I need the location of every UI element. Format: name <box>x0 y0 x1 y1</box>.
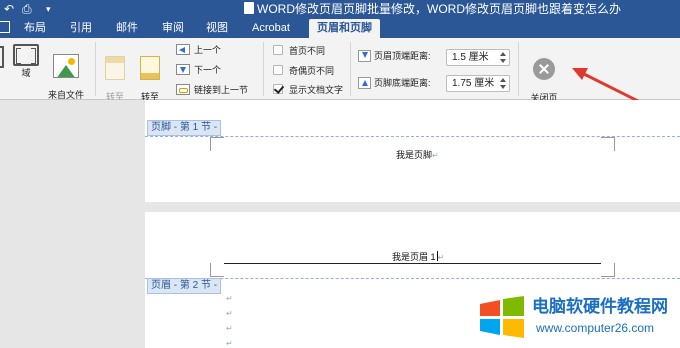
partial-ribbon-button[interactable] <box>0 46 8 70</box>
next-icon <box>176 64 190 75</box>
spinner-arrows-icon[interactable] <box>499 51 507 64</box>
title-bar: ↶ ⎙ ▾ WORD修改页眉页脚批量修改，WORD修改页眉页脚也跟着变怎么办 <box>0 0 680 18</box>
window-title-text: WORD修改页眉页脚批量修改，WORD修改页眉页脚也跟着变怎么办 <box>257 2 621 16</box>
tab-layout[interactable]: 布局 <box>24 21 46 35</box>
tab-mailings[interactable]: 邮件 <box>116 21 138 35</box>
different-first-page-checkbox[interactable]: 首页不同 <box>273 45 325 57</box>
goto-footer-icon <box>140 56 160 80</box>
checkbox-box[interactable] <box>273 65 283 75</box>
different-odd-even-checkbox[interactable]: 奇偶页不同 <box>273 65 334 77</box>
ribbon-separator <box>518 42 519 96</box>
footer-section-label: 页脚 - 第 1 节 - <box>147 120 222 136</box>
spinner-arrows-icon[interactable] <box>499 77 507 90</box>
ribbon-tab-bar: 布局 引用 邮件 审阅 视图 Acrobat 页眉和页脚 <box>0 18 680 38</box>
footer-boundary-line <box>145 136 680 137</box>
show-document-text-label: 显示文档文字 <box>289 85 344 95</box>
header-section-label: 页眉 - 第 2 节 - <box>147 278 222 294</box>
margin-corner-mark <box>601 263 615 277</box>
picture-icon <box>53 54 79 78</box>
field-label: 域 <box>21 68 31 78</box>
link-to-previous-label: 链接到上一节 <box>194 85 249 95</box>
footer-text-content: 我是页脚 <box>396 150 433 160</box>
different-first-page-label: 首页不同 <box>289 46 326 56</box>
customize-toolbar-icon[interactable]: ▾ <box>46 2 51 16</box>
link-to-previous-button[interactable]: 链接到上一节 <box>176 84 248 96</box>
tab-header-footer[interactable]: 页眉和页脚 <box>309 19 380 38</box>
tab-acrobat[interactable]: Acrobat <box>252 21 290 35</box>
header-from-top-value: 1.5 厘米 <box>452 52 489 63</box>
different-odd-even-label: 奇偶页不同 <box>289 66 335 76</box>
paragraph-mark-icon: ↵ <box>432 151 439 160</box>
paragraph-mark-icon: ↵ <box>226 324 233 333</box>
next-section-button[interactable]: 下一个 <box>176 64 221 76</box>
previous-icon <box>176 44 190 55</box>
watermark-title: 电脑软硬件教程网 <box>532 297 668 316</box>
header-from-top-label: 页眉顶端距离: <box>374 51 431 61</box>
link-icon <box>176 84 190 95</box>
paragraph-mark-icon: ↵ <box>226 339 233 348</box>
print-icon[interactable]: ⎙ <box>22 2 32 16</box>
margin-corner-mark <box>601 137 615 151</box>
window-title: WORD修改页眉页脚批量修改，WORD修改页眉页脚也跟着变怎么办 <box>244 1 621 17</box>
checkbox-box[interactable] <box>273 45 283 55</box>
goto-header-icon <box>105 56 125 80</box>
undo-icon[interactable]: ↶ <box>4 2 14 16</box>
field-icon <box>13 44 39 66</box>
footer-from-bottom-label-group: 页脚底端距离: <box>358 77 431 89</box>
previous-section-button[interactable]: 上一个 <box>176 44 221 56</box>
checkbox-box-checked[interactable] <box>273 84 283 94</box>
close-icon <box>533 58 555 80</box>
ribbon-separator <box>95 42 96 96</box>
header-text-content: 我是页眉 1 <box>392 252 436 262</box>
footer-from-bottom-value: 1.75 厘米 <box>452 78 495 89</box>
tab-references[interactable]: 引用 <box>70 21 92 35</box>
site-watermark: 电脑软硬件教程网 www.computer26.com <box>470 292 680 348</box>
field-button[interactable]: 域 <box>12 44 40 78</box>
header-bottom-border <box>224 263 601 264</box>
document-icon <box>244 2 254 14</box>
header-boundary-line <box>145 278 680 279</box>
paragraph-mark-icon: ↵ <box>437 253 445 262</box>
margin-corner-mark <box>210 263 224 277</box>
footer-distance-icon <box>358 77 371 89</box>
tab-review[interactable]: 审阅 <box>162 21 184 35</box>
footer-from-bottom-input[interactable]: 1.75 厘米 <box>446 75 510 92</box>
header-from-top-input[interactable]: 1.5 厘米 <box>446 49 510 66</box>
windows-logo-icon <box>480 296 524 338</box>
footer-from-bottom-label: 页脚底端距离: <box>374 78 431 88</box>
ribbon-separator <box>350 42 351 96</box>
margin-corner-mark <box>210 137 224 151</box>
paragraph-mark-icon: ↵ <box>226 294 233 303</box>
partial-icon <box>0 46 4 68</box>
tab-view[interactable]: 视图 <box>206 21 228 35</box>
header-distance-icon <box>358 50 371 62</box>
paragraph-mark-icon: ↵ <box>226 309 233 318</box>
ribbon-separator <box>263 42 264 96</box>
previous-label: 上一个 <box>194 45 222 55</box>
partial-tab-icon <box>0 21 10 33</box>
footer-text[interactable]: 我是页脚↵ <box>396 149 439 162</box>
next-label: 下一个 <box>194 65 222 75</box>
watermark-url: www.computer26.com <box>536 321 655 335</box>
header-from-top-label-group: 页眉顶端距离: <box>358 50 431 62</box>
show-document-text-checkbox[interactable]: 显示文档文字 <box>273 84 343 96</box>
